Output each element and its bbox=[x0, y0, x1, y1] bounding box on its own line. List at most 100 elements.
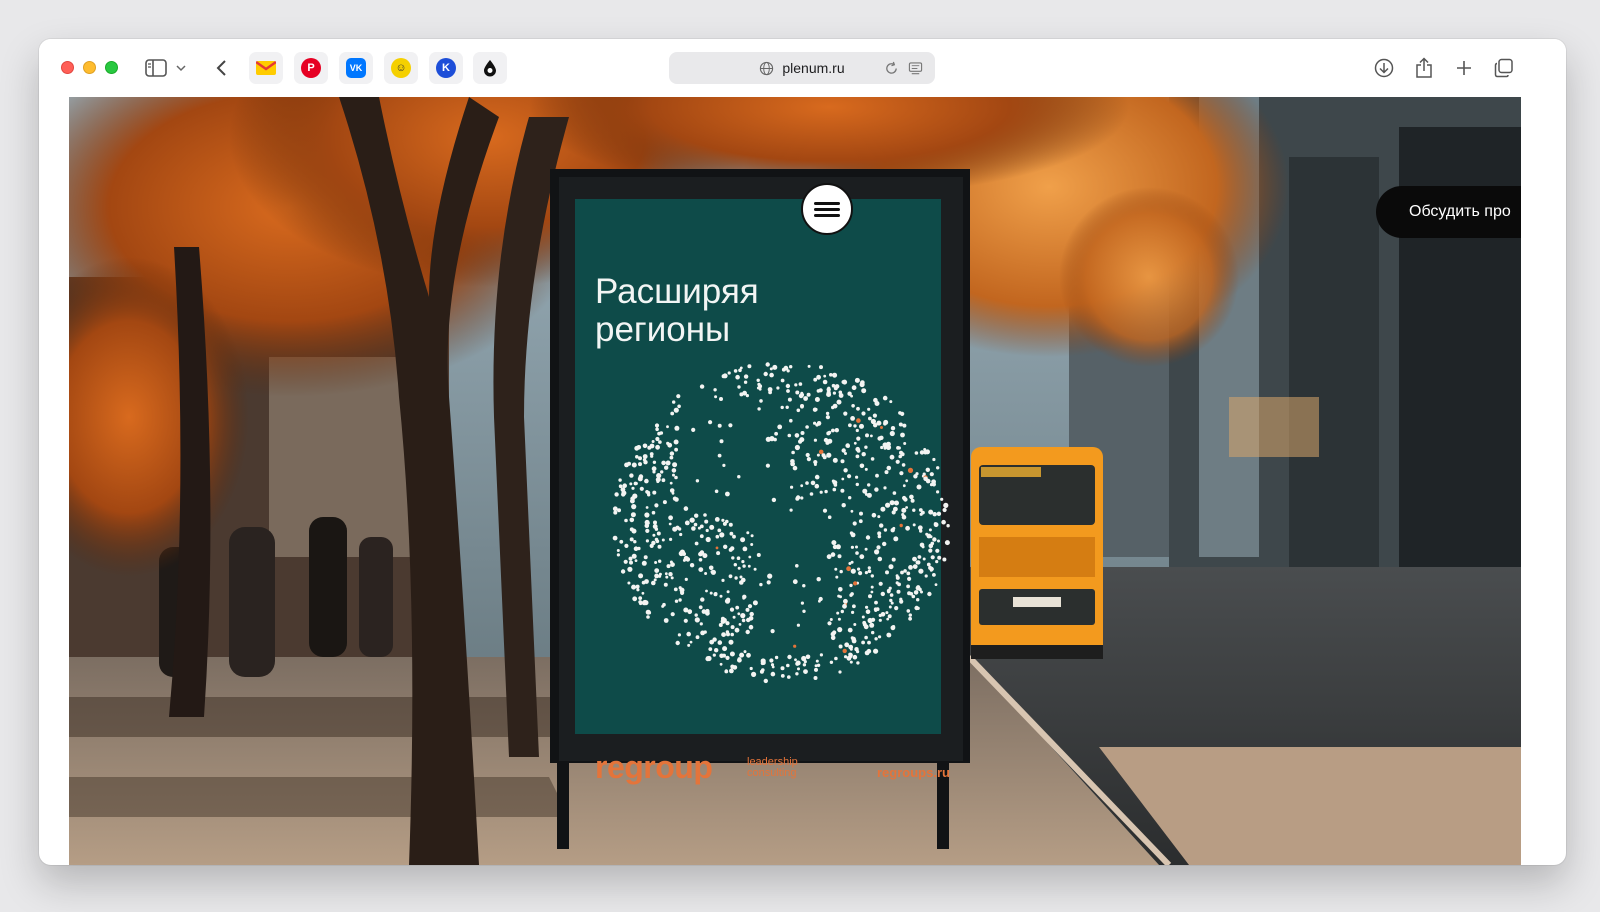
discuss-project-button[interactable]: Обсудить про bbox=[1376, 186, 1521, 238]
globe-dot bbox=[623, 559, 628, 564]
globe-dot bbox=[732, 665, 736, 669]
globe-dot bbox=[683, 506, 689, 511]
globe-dot bbox=[855, 454, 860, 459]
close-window-button[interactable] bbox=[61, 61, 74, 74]
globe-dot bbox=[684, 577, 688, 581]
new-tab-icon[interactable] bbox=[1451, 55, 1477, 81]
globe-dot bbox=[838, 670, 842, 674]
globe-dot bbox=[714, 395, 718, 399]
globe-dot bbox=[624, 518, 628, 523]
globe-dot bbox=[631, 486, 635, 490]
globe-dot bbox=[860, 380, 865, 385]
globe-dot bbox=[852, 604, 856, 609]
globe-dot bbox=[669, 451, 675, 456]
globe-dot bbox=[844, 642, 850, 648]
globe-dot bbox=[914, 605, 919, 611]
zoom-window-button[interactable] bbox=[105, 61, 118, 74]
back-arrow-icon[interactable] bbox=[209, 55, 235, 81]
globe-dot bbox=[737, 475, 741, 479]
globe-dot bbox=[734, 576, 738, 580]
favorite-drop[interactable] bbox=[473, 52, 507, 84]
globe-dot bbox=[698, 558, 703, 562]
globe-dot bbox=[641, 591, 645, 595]
favorite-k[interactable]: K bbox=[429, 52, 463, 84]
globe-dot bbox=[826, 392, 832, 397]
address-bar[interactable]: plenum.ru bbox=[669, 52, 935, 84]
globe-dot bbox=[737, 612, 741, 616]
globe-dot bbox=[699, 622, 703, 626]
reload-icon[interactable] bbox=[884, 61, 899, 76]
globe-dot bbox=[660, 470, 664, 474]
globe-dot bbox=[838, 644, 843, 649]
favorite-vk[interactable]: VK bbox=[339, 52, 373, 84]
menu-button[interactable] bbox=[801, 183, 853, 235]
globe-dot bbox=[662, 500, 667, 505]
share-icon[interactable] bbox=[1411, 55, 1437, 81]
tab-overview-icon[interactable] bbox=[1491, 55, 1517, 81]
globe-dot bbox=[942, 557, 947, 562]
globe-dot bbox=[831, 405, 835, 410]
globe-dot bbox=[765, 463, 771, 468]
minimize-window-button[interactable] bbox=[83, 61, 96, 74]
globe-dot bbox=[856, 436, 861, 441]
favorite-pinterest[interactable]: P bbox=[294, 52, 328, 84]
globe-dot bbox=[893, 501, 897, 505]
cta-label: Обсудить про bbox=[1409, 203, 1511, 220]
globe-dot bbox=[655, 427, 659, 432]
globe-dot bbox=[652, 524, 658, 529]
globe-dot bbox=[831, 428, 835, 433]
globe-dot bbox=[666, 425, 669, 429]
globe-dot bbox=[925, 532, 929, 536]
globe-dot bbox=[703, 630, 707, 634]
globe-dot bbox=[843, 411, 848, 416]
globe-dot bbox=[853, 424, 857, 428]
globe-dot bbox=[836, 611, 840, 615]
globe-dot bbox=[861, 640, 865, 645]
globe-dot bbox=[649, 543, 654, 548]
favorite-face[interactable]: ☺ bbox=[384, 52, 418, 84]
globe-dot bbox=[741, 618, 746, 623]
globe-dot bbox=[641, 580, 646, 585]
globe-dot bbox=[715, 546, 719, 550]
globe-dot bbox=[901, 507, 907, 513]
globe-dot bbox=[794, 444, 801, 451]
globe-dot bbox=[810, 480, 816, 486]
globe-dot bbox=[629, 517, 635, 523]
globe-dot bbox=[655, 539, 660, 544]
globe-dot bbox=[709, 524, 715, 530]
globe-dot bbox=[874, 600, 878, 605]
globe-dot bbox=[745, 629, 750, 635]
globe-dot bbox=[852, 654, 858, 660]
globe-dot bbox=[649, 452, 654, 456]
globe-dot bbox=[849, 583, 853, 588]
globe-dot bbox=[638, 474, 644, 479]
globe-dot bbox=[796, 408, 801, 413]
sidebar-toggle-icon[interactable] bbox=[143, 55, 169, 81]
globe-dot bbox=[803, 669, 808, 674]
globe-dot bbox=[721, 374, 726, 379]
globe-dot bbox=[843, 598, 848, 604]
globe-dot bbox=[636, 588, 640, 592]
globe-dot bbox=[929, 566, 934, 572]
chevron-down-icon[interactable] bbox=[173, 55, 189, 81]
globe-dot bbox=[924, 574, 928, 578]
globe-dot bbox=[635, 584, 640, 589]
globe-dot bbox=[703, 513, 707, 517]
globe-dot bbox=[902, 423, 907, 428]
globe-dot bbox=[831, 383, 836, 388]
download-icon[interactable] bbox=[1371, 55, 1397, 81]
globe-dot bbox=[899, 523, 903, 528]
reader-icon[interactable] bbox=[908, 61, 923, 76]
globe-dot bbox=[765, 436, 771, 442]
globe-dot bbox=[669, 537, 673, 541]
globe-dot bbox=[867, 569, 872, 573]
globe-dot bbox=[867, 407, 871, 411]
globe-dot bbox=[654, 568, 660, 573]
globe-dot bbox=[747, 564, 751, 568]
globe-dot bbox=[943, 502, 949, 508]
globe-dot bbox=[825, 411, 830, 416]
globe-dot bbox=[835, 575, 839, 579]
globe-dot bbox=[682, 558, 686, 562]
globe-dot bbox=[829, 373, 833, 377]
favorite-mail[interactable] bbox=[249, 52, 283, 84]
